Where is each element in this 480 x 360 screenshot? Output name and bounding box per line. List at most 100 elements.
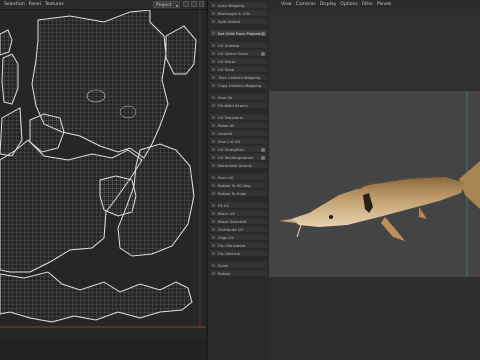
uv-tool-item[interactable]: Relax All [210, 122, 267, 129]
uv-tool-item[interactable]: Rotate To 90 Deg [210, 182, 267, 189]
tool-icon [212, 32, 215, 35]
settings-icon[interactable] [261, 31, 265, 36]
uv-tool-label: Normalize Islands [218, 163, 252, 168]
uv-tool-item[interactable]: Sew Cut UV [210, 138, 267, 145]
tool-icon [212, 116, 215, 119]
grid-icon[interactable] [191, 1, 197, 7]
tool-icon [212, 132, 215, 135]
tool-icon [212, 12, 215, 15]
uv-tool-item[interactable]: Auto Mapping [210, 2, 267, 9]
uv-tool-item[interactable]: Unweld [210, 130, 267, 137]
uv-tool-label: Pack UV [218, 175, 234, 180]
uv-tool-label: Rectangle in UVs [218, 11, 251, 16]
uv-tool-item[interactable]: Rotate [210, 270, 267, 277]
uv-tool-label: Stack Selected [218, 219, 247, 224]
uv-tool-item[interactable]: UV Select Faces [210, 50, 267, 57]
uv-tool-item[interactable]: Fit UV [210, 202, 267, 209]
tool-icon [212, 252, 215, 255]
uv-tool-label: Set UVW From Projection [218, 31, 266, 36]
uv-tool-label: Unweld [218, 131, 233, 136]
menu-panels[interactable]: Panels [377, 2, 391, 7]
uv-tool-item[interactable]: UV Unwrap [210, 42, 267, 49]
uv-tools-panel: Auto Mapping Rectangle in UVs Split Unfold… [207, 0, 270, 360]
uv-island [1, 53, 19, 105]
uv-tool-label: UV Rectangularize [218, 155, 253, 160]
uv-tool-item[interactable]: UV Straighten [210, 146, 267, 153]
uv-editor-panel: Selection Panel Textures Project ▾ [0, 0, 206, 360]
uv-tool-item[interactable]: Flip Vertical [210, 250, 267, 257]
uv-tool-item[interactable]: Rectangle in UVs [210, 10, 267, 17]
settings-icon[interactable] [261, 155, 265, 160]
uv-tool-label: Rotate To Edge [218, 191, 247, 196]
uv-tool-item[interactable]: Sew UV [210, 94, 267, 101]
tool-icon [212, 272, 215, 275]
uv-tool-item[interactable]: UV Transform [210, 114, 267, 121]
view-mode-dropdown[interactable]: Project ▾ [153, 1, 180, 8]
menu-cameras[interactable]: Cameras [296, 2, 316, 7]
uv-tool-item[interactable]: Flip Horizontal [210, 242, 267, 249]
tool-icon [212, 124, 215, 127]
tool-icon [212, 264, 215, 267]
options-icon[interactable] [199, 1, 204, 7]
uv-tool-label: Fit UV [218, 203, 230, 208]
tool-icon [212, 236, 215, 239]
uv-tool-label: Relax All [218, 123, 235, 128]
tool-icon [212, 60, 215, 63]
uv-tool-item[interactable]: Scale [210, 262, 267, 269]
uv-tool-label: Flip Horizontal [218, 243, 246, 248]
tool-icon [212, 212, 215, 215]
uv-tool-item[interactable]: Stack UV [210, 210, 267, 217]
fish-body [291, 177, 465, 227]
uv-tool-label: Sew Cut UV [218, 139, 241, 144]
uv-editor-menubar: Selection Panel Textures Project ▾ [0, 0, 206, 10]
viewport-panel: View Cameras Display Options Filter Pane… [269, 0, 480, 360]
uv-tool-label: Rotate [218, 271, 231, 276]
menu-options[interactable]: Options [340, 2, 357, 7]
tool-icon [212, 228, 215, 231]
uv-tool-label: Split Unfold [218, 19, 240, 24]
settings-icon[interactable] [261, 147, 265, 152]
menu-view[interactable]: View [281, 2, 292, 7]
uv-tool-item[interactable]: UV Mirror [210, 58, 267, 65]
uv-tool-item[interactable]: Fix Weld Seams [210, 102, 267, 109]
uv-tool-label: UV Straighten [218, 147, 245, 152]
uv-tool-label: Fix Weld Seams [218, 103, 248, 108]
uv-tool-label: UV Snap [218, 67, 235, 72]
settings-icon[interactable] [261, 51, 265, 56]
uv-tool-item[interactable]: Rotate To Edge [210, 190, 267, 197]
uv-tool-item[interactable]: Tiles Uniform Mapping [210, 74, 267, 81]
uv-canvas[interactable] [0, 10, 206, 360]
uv-tool-label: Stack UV [218, 211, 236, 216]
viewport-upper-area [269, 9, 480, 91]
viewport-canvas[interactable] [269, 91, 480, 277]
uv-tool-label: UV Mirror [218, 59, 236, 64]
uv-island [0, 29, 13, 56]
menu-textures[interactable]: Textures [45, 2, 64, 7]
uv-tool-item[interactable]: Split Unfold [210, 18, 267, 25]
uv-tool-label: Tiles Uniform Mapping [218, 75, 261, 80]
frame-icon[interactable] [183, 1, 189, 7]
uv-tool-item[interactable]: Pack UV [210, 174, 267, 181]
tool-icon [212, 140, 215, 143]
tool-icon [212, 164, 215, 167]
uv-tool-item[interactable]: UV Rectangularize [210, 154, 267, 161]
menu-display[interactable]: Display [320, 2, 337, 7]
tool-icon [212, 20, 215, 23]
uv-tool-label: Auto Mapping [218, 3, 245, 8]
uv-tool-item[interactable]: Normalize Islands [210, 162, 267, 169]
uv-tool-item[interactable]: Copy Uniform Mapping [210, 82, 267, 89]
tool-icon [212, 68, 215, 71]
tool-icon [212, 204, 215, 207]
menu-filter[interactable]: Filter [362, 2, 373, 7]
menu-panel[interactable]: Panel [29, 2, 41, 7]
menu-selection[interactable]: Selection [4, 2, 25, 7]
fish-fin [419, 207, 427, 219]
tool-icon [212, 96, 215, 99]
uv-tool-item[interactable]: Align UV [210, 234, 267, 241]
uv-tool-item[interactable]: UV Snap [210, 66, 267, 73]
tool-icon [212, 220, 215, 223]
uv-tool-item[interactable]: Stack Selected [210, 218, 267, 225]
uv-tool-item[interactable]: Distribute UV [210, 226, 267, 233]
uv-tool-item[interactable]: Set UVW From Projection [210, 30, 267, 37]
tool-icon [212, 244, 215, 247]
